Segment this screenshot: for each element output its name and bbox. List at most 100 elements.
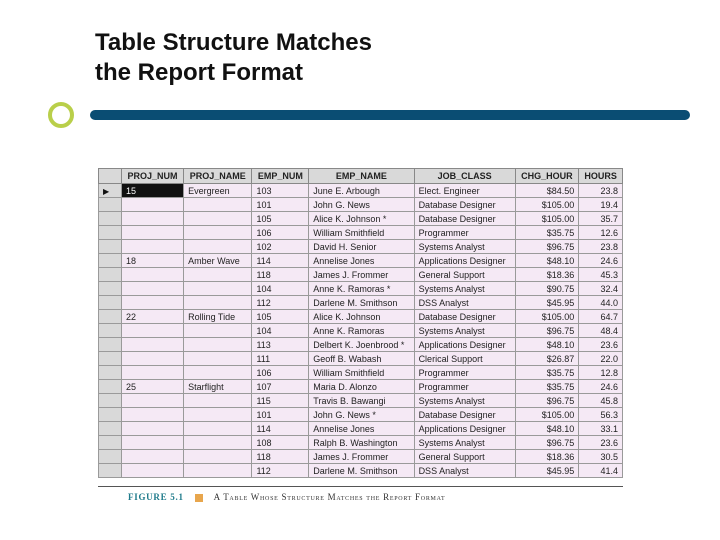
cell-job-class: Applications Designer xyxy=(414,254,515,268)
cell-proj-num: 22 xyxy=(122,310,184,324)
cell-job-class: Systems Analyst xyxy=(414,394,515,408)
cell-proj-name xyxy=(184,198,252,212)
row-selector xyxy=(99,296,122,310)
cell-proj-num xyxy=(122,226,184,240)
cell-emp-num: 106 xyxy=(252,366,309,380)
cell-emp-name: Geoff B. Wabash xyxy=(309,352,414,366)
cell-hours: 48.4 xyxy=(579,324,623,338)
cell-job-class: Systems Analyst xyxy=(414,282,515,296)
cell-proj-num xyxy=(122,324,184,338)
cell-chg-hour: $45.95 xyxy=(515,464,579,478)
cell-job-class: Programmer xyxy=(414,380,515,394)
cell-proj-num xyxy=(122,464,184,478)
cell-emp-name: David H. Senior xyxy=(309,240,414,254)
row-selector xyxy=(99,198,122,212)
title-line2: the Report Format xyxy=(95,59,303,86)
cell-proj-name xyxy=(184,352,252,366)
row-selector xyxy=(99,436,122,450)
table-body: 15Evergreen103June E. ArboughElect. Engi… xyxy=(99,184,623,478)
cell-proj-name xyxy=(184,450,252,464)
cell-chg-hour: $35.75 xyxy=(515,380,579,394)
cell-job-class: General Support xyxy=(414,450,515,464)
cell-emp-num: 102 xyxy=(252,240,309,254)
col-hours: HOURS xyxy=(579,169,623,184)
cell-emp-name: William Smithfield xyxy=(309,226,414,240)
cell-emp-num: 101 xyxy=(252,408,309,422)
cell-hours: 30.5 xyxy=(579,450,623,464)
row-selector xyxy=(99,338,122,352)
cell-job-class: Applications Designer xyxy=(414,338,515,352)
cell-proj-num xyxy=(122,212,184,226)
cell-proj-name xyxy=(184,408,252,422)
cell-proj-num xyxy=(122,296,184,310)
cell-emp-num: 104 xyxy=(252,324,309,338)
cell-proj-num xyxy=(122,394,184,408)
cell-proj-name xyxy=(184,464,252,478)
cell-job-class: Elect. Engineer xyxy=(414,184,515,198)
cell-job-class: DSS Analyst xyxy=(414,464,515,478)
cell-emp-name: Annelise Jones xyxy=(309,422,414,436)
cell-emp-num: 118 xyxy=(252,450,309,464)
row-selector xyxy=(99,268,122,282)
accent-decoration xyxy=(30,110,690,130)
cell-hours: 24.6 xyxy=(579,254,623,268)
table-row: 114Annelise JonesApplications Designer$4… xyxy=(99,422,623,436)
cell-emp-num: 115 xyxy=(252,394,309,408)
row-selector xyxy=(99,394,122,408)
cell-hours: 44.0 xyxy=(579,296,623,310)
title-line1: Table Structure Matches xyxy=(95,29,372,56)
figure-label: FIGURE 5.1 xyxy=(128,492,184,502)
cell-chg-hour: $48.10 xyxy=(515,422,579,436)
cell-proj-num xyxy=(122,408,184,422)
cell-chg-hour: $90.75 xyxy=(515,282,579,296)
table-row: 113Delbert K. Joenbrood *Applications De… xyxy=(99,338,623,352)
cell-chg-hour: $105.00 xyxy=(515,310,579,324)
table-row: 104Anne K. Ramoras *Systems Analyst$90.7… xyxy=(99,282,623,296)
cell-proj-num xyxy=(122,282,184,296)
table-row: 22Rolling Tide105Alice K. JohnsonDatabas… xyxy=(99,310,623,324)
cell-chg-hour: $105.00 xyxy=(515,198,579,212)
cell-hours: 33.1 xyxy=(579,422,623,436)
cell-proj-name: Evergreen xyxy=(184,184,252,198)
cell-emp-num: 112 xyxy=(252,464,309,478)
cell-proj-name xyxy=(184,240,252,254)
cell-proj-num xyxy=(122,338,184,352)
cell-proj-name xyxy=(184,324,252,338)
col-emp-num: EMP_NUM xyxy=(252,169,309,184)
row-selector xyxy=(99,282,122,296)
table-row: 102David H. SeniorSystems Analyst$96.752… xyxy=(99,240,623,254)
col-chg-hour: CHG_HOUR xyxy=(515,169,579,184)
cell-chg-hour: $96.75 xyxy=(515,436,579,450)
data-table: PROJ_NUM PROJ_NAME EMP_NUM EMP_NAME JOB_… xyxy=(98,168,623,478)
row-selector xyxy=(99,380,122,394)
row-selector xyxy=(99,184,122,198)
cell-emp-num: 111 xyxy=(252,352,309,366)
cell-hours: 23.6 xyxy=(579,338,623,352)
cell-proj-name: Rolling Tide xyxy=(184,310,252,324)
table-row: 106William SmithfieldProgrammer$35.7512.… xyxy=(99,366,623,380)
cell-emp-name: John G. News xyxy=(309,198,414,212)
cell-emp-name: Annelise Jones xyxy=(309,254,414,268)
cell-proj-num xyxy=(122,366,184,380)
cell-proj-name xyxy=(184,394,252,408)
cell-job-class: Applications Designer xyxy=(414,422,515,436)
cell-chg-hour: $18.36 xyxy=(515,268,579,282)
cell-proj-num: 25 xyxy=(122,380,184,394)
row-selector-header xyxy=(99,169,122,184)
cell-chg-hour: $84.50 xyxy=(515,184,579,198)
cell-emp-name: Alice K. Johnson xyxy=(309,310,414,324)
cell-emp-num: 114 xyxy=(252,254,309,268)
cell-hours: 23.6 xyxy=(579,436,623,450)
table-row: 101John G. NewsDatabase Designer$105.001… xyxy=(99,198,623,212)
cell-hours: 56.3 xyxy=(579,408,623,422)
row-selector xyxy=(99,352,122,366)
cell-proj-num xyxy=(122,240,184,254)
cell-job-class: General Support xyxy=(414,268,515,282)
cell-emp-name: Anne K. Ramoras * xyxy=(309,282,414,296)
cell-emp-name: John G. News * xyxy=(309,408,414,422)
slide: Table Structure Matches the Report Forma… xyxy=(0,0,720,540)
figure: PROJ_NUM PROJ_NAME EMP_NUM EMP_NAME JOB_… xyxy=(98,168,623,502)
cell-job-class: Database Designer xyxy=(414,198,515,212)
cell-proj-num: 15 xyxy=(122,184,184,198)
cell-job-class: Systems Analyst xyxy=(414,240,515,254)
